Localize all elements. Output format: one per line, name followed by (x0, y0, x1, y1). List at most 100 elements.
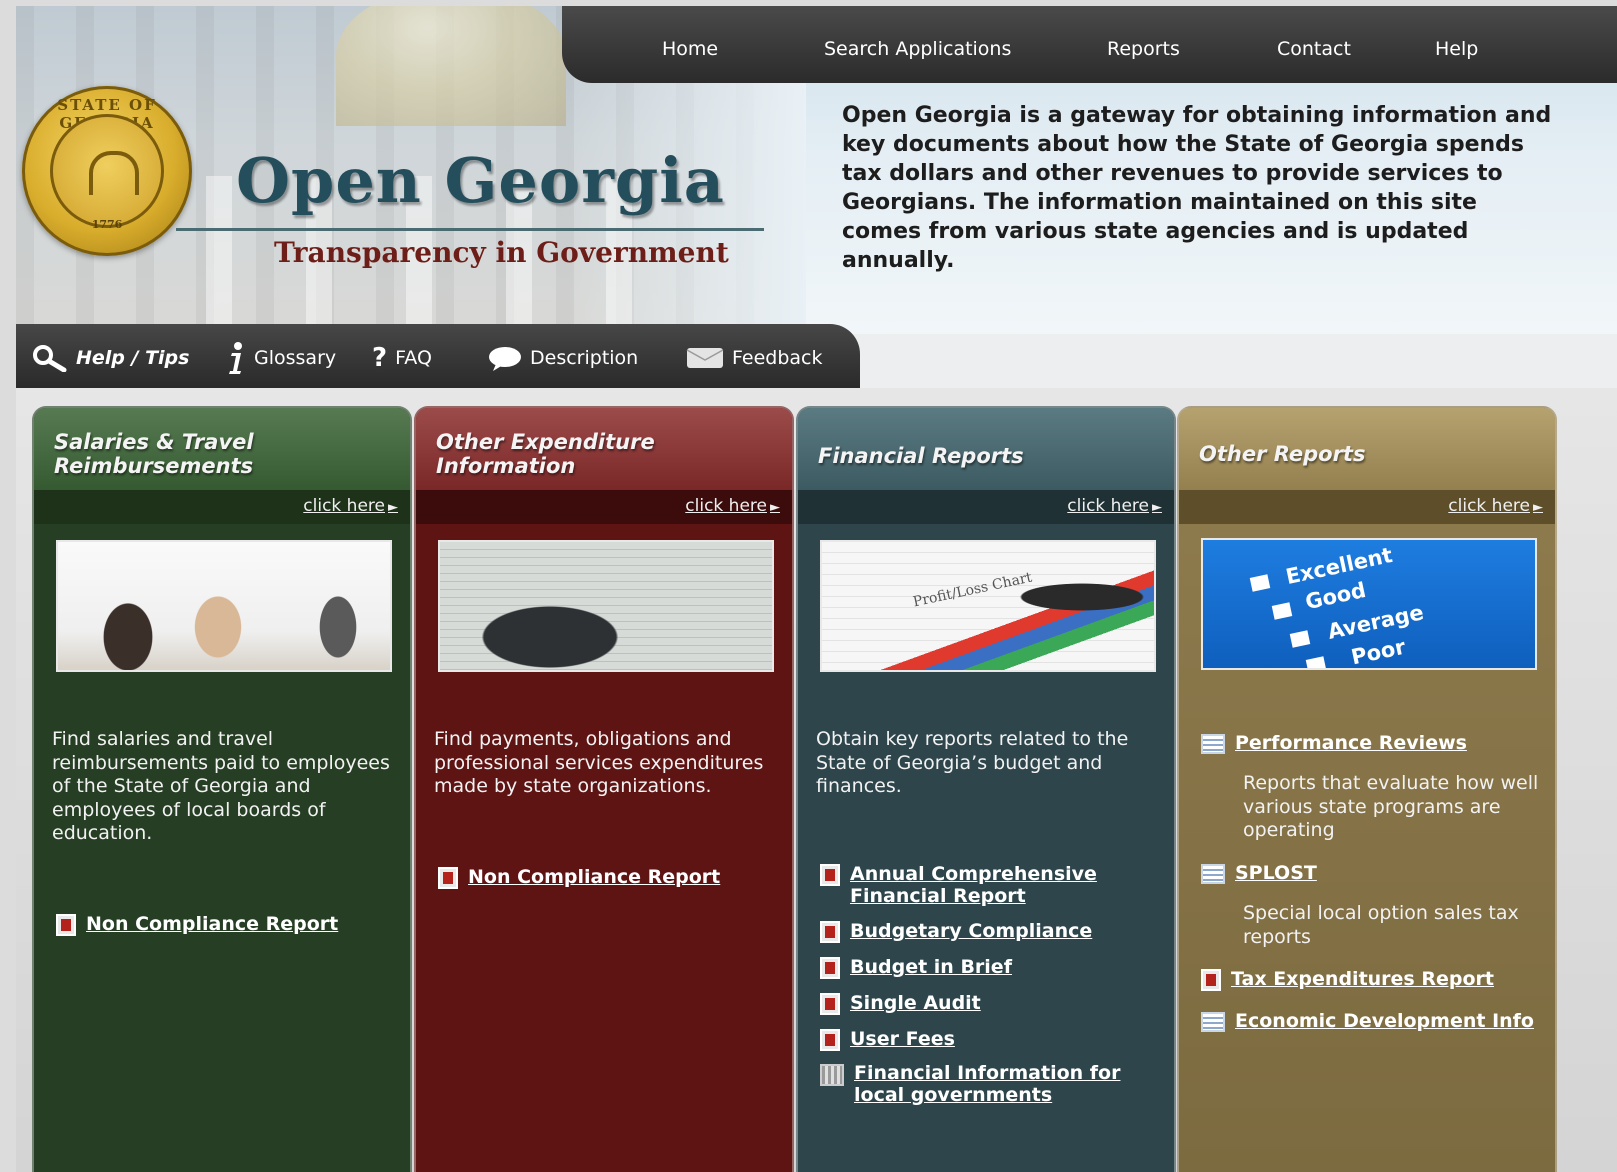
feedback-label: Feedback (732, 347, 823, 369)
report-link-row: Budgetary Compliance (820, 920, 1092, 943)
report-link-row: Non Compliance Report (438, 866, 720, 889)
panel-title: Financial Reports (818, 444, 1024, 468)
arrow-right-icon: ► (388, 500, 398, 515)
meeting-photo[interactable] (56, 540, 392, 672)
non-compliance-report-link[interactable]: Non Compliance Report (468, 866, 720, 888)
help-tips-link[interactable]: Help / Tips (32, 344, 189, 372)
report-link-row: Non Compliance Report (56, 913, 338, 936)
ledger-calculator-photo[interactable] (438, 540, 774, 672)
panel-header[interactable]: Other Reports (1179, 408, 1555, 491)
building-icon (820, 1064, 844, 1086)
report-link-row: Single Audit (820, 992, 981, 1015)
checkbox-icon (1305, 656, 1327, 668)
pdf-icon (820, 993, 840, 1015)
economic-development-info-link[interactable]: Economic Development Info (1235, 1010, 1534, 1032)
title-divider (176, 228, 764, 231)
document-list-icon (1201, 1012, 1225, 1032)
single-audit-link[interactable]: Single Audit (850, 992, 981, 1014)
rating-label: Poor (1349, 634, 1408, 670)
description-label: Description (530, 347, 639, 369)
checkbox-icon (1289, 630, 1311, 648)
panel-header[interactable]: Other Expenditure Information (416, 408, 792, 491)
site-title: Open Georgia (236, 144, 725, 217)
click-here-label: click here (303, 496, 385, 516)
site-header: STATE OF GEORGIA 1776 Open Georgia Trans… (16, 6, 1617, 334)
column (206, 176, 232, 334)
speech-bubble-icon (489, 347, 521, 371)
capitol-dome (336, 6, 566, 126)
panel-title: Other Expenditure Information (436, 430, 655, 478)
tax-expenditures-report-link[interactable]: Tax Expenditures Report (1231, 968, 1494, 990)
profit-loss-chart-photo[interactable]: Profit/Loss Chart (820, 540, 1156, 672)
panel-description: Find salaries and travel reimbursements … (52, 728, 390, 844)
feedback-link[interactable]: Feedback (686, 344, 822, 372)
seal-center (50, 114, 164, 228)
state-seal-logo: STATE OF GEORGIA 1776 (22, 86, 192, 256)
panel-other-reports: Other Reports click here ► Excellent Good… (1177, 406, 1557, 1172)
click-here-link[interactable]: click here ► (303, 496, 398, 516)
click-here-link[interactable]: click here ► (685, 496, 780, 516)
budgetary-compliance-link[interactable]: Budgetary Compliance (850, 920, 1092, 942)
report-link-row: Budget in Brief (820, 956, 1012, 979)
annual-comprehensive-financial-report-link[interactable]: Annual Comprehensive Financial Report (850, 863, 1110, 907)
nav-home[interactable]: Home (662, 38, 718, 60)
click-here-label: click here (685, 496, 767, 516)
report-link-row: Tax Expenditures Report (1201, 968, 1494, 991)
report-link-row: User Fees (820, 1028, 955, 1051)
pdf-icon (820, 864, 840, 886)
rating-checklist-photo[interactable]: Excellent Good Average Poor (1201, 538, 1537, 670)
panel-other-expenditure: Other Expenditure Information click here… (414, 406, 794, 1172)
click-here-label: click here (1067, 496, 1149, 516)
link-description: Reports that evaluate how well various s… (1243, 772, 1539, 841)
report-link-row: SPLOST (1201, 862, 1317, 884)
checkbox-icon (1271, 602, 1293, 620)
click-strip: click here ► (34, 490, 410, 524)
performance-reviews-link[interactable]: Performance Reviews (1235, 732, 1467, 754)
seal-arch (89, 151, 139, 195)
non-compliance-report-link[interactable]: Non Compliance Report (86, 913, 338, 935)
splost-link[interactable]: SPLOST (1235, 862, 1317, 884)
checkbox-icon (1249, 574, 1271, 592)
panel-financial-reports: Financial Reports click here ► Profit/Los… (796, 406, 1176, 1172)
click-strip: click here ► (416, 490, 792, 524)
panel-description: Obtain key reports related to the State … (816, 728, 1129, 797)
panel-header[interactable]: Financial Reports (798, 408, 1174, 491)
pdf-icon (1201, 969, 1221, 991)
pdf-icon (820, 1029, 840, 1051)
question-icon: ? (372, 343, 388, 373)
document-list-icon (1201, 734, 1225, 754)
envelope-icon (686, 348, 724, 368)
user-fees-link[interactable]: User Fees (850, 1028, 955, 1050)
budget-in-brief-link[interactable]: Budget in Brief (850, 956, 1012, 978)
description-link[interactable]: Description (488, 344, 638, 372)
faq-link[interactable]: ? FAQ (372, 343, 432, 373)
site-subtitle: Transparency in Government (274, 236, 729, 269)
report-link-row: Annual Comprehensive Financial Report (820, 863, 1110, 907)
help-tips-label: Help / Tips (76, 347, 190, 369)
panel-header[interactable]: Salaries & Travel Reimbursements (34, 408, 410, 491)
panel-title: Salaries & Travel Reimbursements (54, 430, 254, 478)
arrow-right-icon: ► (770, 500, 780, 515)
pdf-icon (438, 867, 458, 889)
click-here-link[interactable]: click here ► (1448, 496, 1543, 516)
nav-contact[interactable]: Contact (1277, 38, 1351, 60)
nav-reports[interactable]: Reports (1107, 38, 1180, 60)
seal-year: 1776 (91, 218, 123, 231)
financial-info-local-governments-link[interactable]: Financial Information for local governme… (854, 1062, 1124, 1106)
info-icon (229, 342, 242, 374)
photo-caption: Profit/Loss Chart (911, 569, 1034, 611)
glossary-link[interactable]: Glossary (226, 342, 337, 374)
document-list-icon (1201, 864, 1225, 884)
click-here-link[interactable]: click here ► (1067, 496, 1162, 516)
top-navigation: Home Search Applications Reports Contact… (562, 6, 1617, 83)
report-link-row: Financial Information for local governme… (820, 1062, 1124, 1106)
report-link-row: Economic Development Info (1201, 1010, 1534, 1032)
faq-label: FAQ (395, 347, 432, 369)
arrow-right-icon: ► (1152, 500, 1162, 515)
nav-search-applications[interactable]: Search Applications (824, 38, 1011, 60)
tools-bar: Help / Tips Glossary ? FAQ Description F… (16, 324, 860, 388)
glossary-label: Glossary (254, 347, 337, 369)
nav-help[interactable]: Help (1435, 38, 1478, 60)
pdf-icon (820, 921, 840, 943)
pdf-icon (820, 957, 840, 979)
